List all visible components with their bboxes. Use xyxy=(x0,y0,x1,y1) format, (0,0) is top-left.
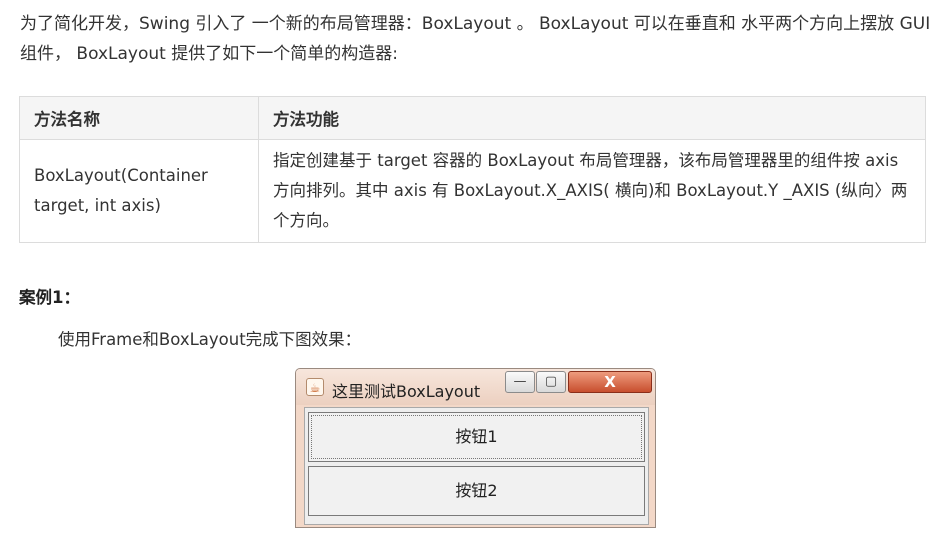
case-title: 案例1： xyxy=(19,288,80,307)
button-1: 按钮1 xyxy=(308,412,645,462)
close-button: X xyxy=(568,371,652,393)
table-header-row: 方法名称 方法功能 xyxy=(19,96,926,140)
intro-paragraph: 为了简化开发，Swing 引入了 一个新的布局管理器：BoxLayout 。 B… xyxy=(20,14,931,64)
case-description: 使用Frame和BoxLayout完成下图效果： xyxy=(58,330,362,349)
button-2: 按钮2 xyxy=(308,466,645,516)
window-content: 按钮1 按钮2 xyxy=(304,407,649,525)
maximize-button: ▢ xyxy=(536,371,566,393)
minimize-button: — xyxy=(505,371,535,393)
java-cup-icon: ☕ xyxy=(306,378,324,396)
cell-method: BoxLayout(Container target, int axis) xyxy=(19,139,259,243)
window-title: 这里测试BoxLayout xyxy=(332,382,481,401)
cell-description: 指定创建基于 target 容器的 BoxLayout 布局管理器，该布局管理器… xyxy=(258,139,926,243)
window-titlebar: ☕ 这里测试BoxLayout — ▢ X xyxy=(296,369,655,405)
header-method-function: 方法功能 xyxy=(258,96,926,140)
example-window-screenshot: ☕ 这里测试BoxLayout — ▢ X 按钮1 按钮2 xyxy=(295,368,656,528)
table-row: BoxLayout(Container target, int axis) 指定… xyxy=(19,139,926,243)
method-table: 方法名称 方法功能 BoxLayout(Container target, in… xyxy=(19,96,926,243)
header-method-name: 方法名称 xyxy=(19,96,259,140)
